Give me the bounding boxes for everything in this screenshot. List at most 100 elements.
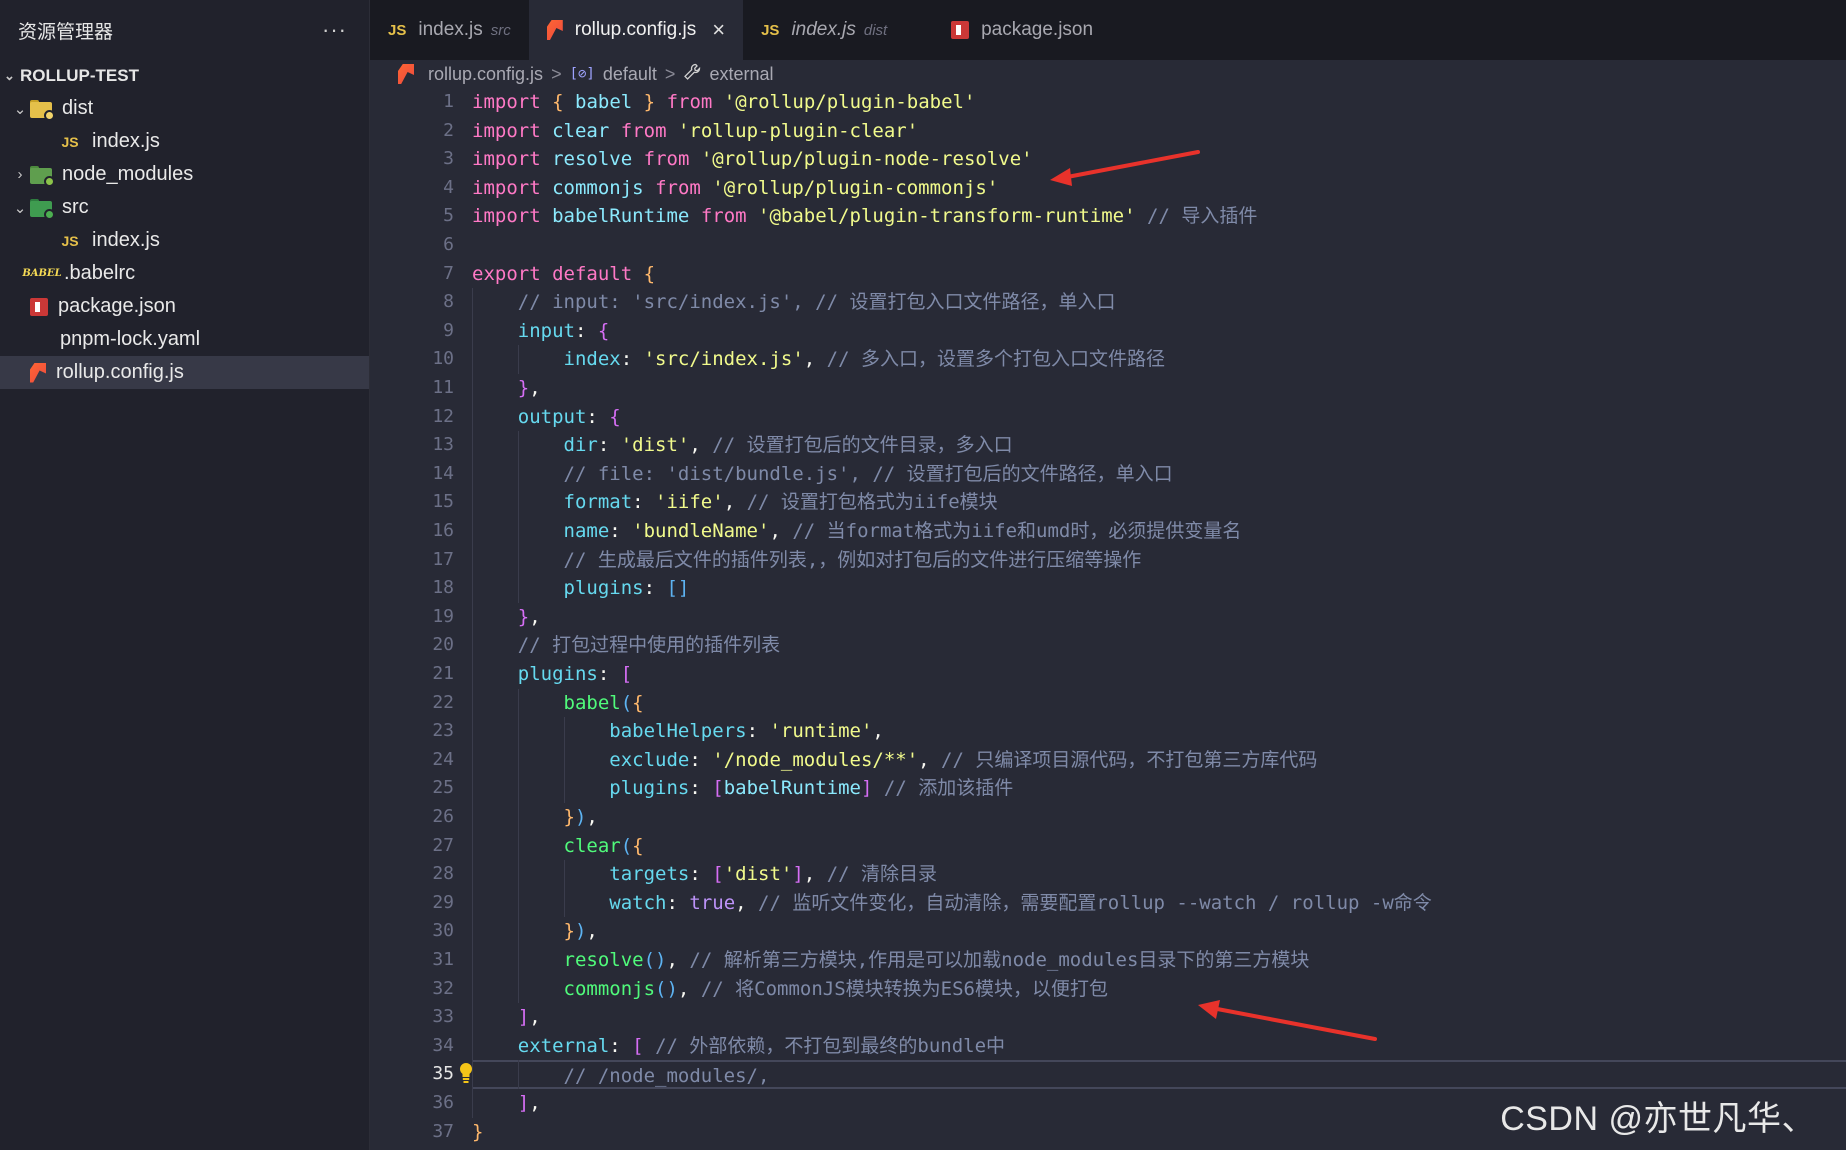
code-line[interactable]: output: {: [472, 403, 1846, 432]
code-line[interactable]: },: [472, 603, 1846, 632]
line-number: 20: [432, 634, 454, 656]
code-content[interactable]: import { babel } from '@rollup/plugin-ba…: [472, 88, 1846, 1150]
code-token: }: [563, 806, 575, 828]
code-token: {: [609, 405, 621, 428]
code-line[interactable]: babel({: [472, 689, 1846, 718]
code-line[interactable]: index: 'src/index.js', // 多入口，设置多个打包入口文件…: [472, 345, 1846, 374]
breadcrumb-symbol-default[interactable]: default: [603, 64, 657, 85]
code-token: // 设置打包格式为iife模块: [746, 491, 998, 514]
code-line[interactable]: }),: [472, 803, 1846, 832]
code-line[interactable]: watch: true, // 监听文件变化，自动清除，需要配置rollup -…: [472, 889, 1846, 918]
code-line[interactable]: plugins: []: [472, 574, 1846, 603]
code-token: import: [472, 119, 541, 142]
code-line[interactable]: plugins: [: [472, 660, 1846, 689]
line-number: 11: [432, 377, 454, 398]
code-line[interactable]: exclude: '/node_modules/**', // 只编译项目源代码…: [472, 746, 1846, 775]
editor-tab[interactable]: package.json: [933, 0, 1111, 60]
code-token: :: [643, 577, 667, 600]
code-line[interactable]: },: [472, 374, 1846, 403]
code-line[interactable]: dir: 'dist', // 设置打包后的文件目录，多入口: [472, 431, 1846, 460]
explorer-sidebar: 资源管理器 ··· ⌄ ROLLUP-TEST ⌄ dist JS index.js ›…: [0, 0, 370, 1150]
rollup-icon: [30, 362, 46, 383]
code-line[interactable]: [472, 231, 1846, 260]
code-token: }: [472, 1120, 484, 1143]
breadcrumb-separator: >: [664, 63, 676, 84]
line-number: 27: [432, 834, 454, 856]
code-token: ,: [586, 920, 598, 943]
code-line[interactable]: babelHelpers: 'runtime',: [472, 717, 1846, 746]
code-line[interactable]: // 生成最后文件的插件列表,，例如对打包后的文件进行压缩等操作: [472, 546, 1846, 575]
project-root[interactable]: ⌄ ROLLUP-TEST: [0, 60, 369, 92]
code-line[interactable]: targets: ['dist'], // 清除目录: [472, 860, 1846, 889]
tree-item[interactable]: › node_modules: [0, 158, 369, 191]
editor-tab[interactable]: rollup.config.js ×: [528, 0, 744, 60]
tree-item[interactable]: pnpm-lock.yaml: [0, 323, 369, 356]
code-line[interactable]: }),: [472, 917, 1846, 946]
indent-guide: [563, 717, 565, 803]
code-line[interactable]: // /node_modules/,: [472, 1060, 1846, 1089]
line-number: 28: [432, 863, 454, 885]
tree-item[interactable]: JS index.js: [0, 125, 369, 158]
code-line[interactable]: // 打包过程中使用的插件列表: [472, 631, 1846, 660]
chevron-down-icon: ⌄: [13, 100, 27, 118]
indent-guide: [472, 288, 473, 1118]
code-token: index: [563, 348, 621, 371]
tree-item[interactable]: package.json: [0, 290, 369, 323]
code-editor[interactable]: 1 2 3 4 5 6 7 8 9 10 11 12 13 14 15 16 17 18 19 20 21 22 23 24 2…: [370, 88, 1846, 1150]
code-line[interactable]: plugins: [babelRuntime] // 添加该插件: [472, 774, 1846, 803]
code-token: import: [472, 176, 541, 199]
code-token: ,: [529, 1006, 541, 1029]
lightbulb-icon[interactable]: [456, 1062, 476, 1086]
code-token: export: [472, 262, 541, 285]
indent-guide: [517, 688, 519, 1004]
code-token: ,: [529, 377, 541, 399]
code-line[interactable]: input: {: [472, 317, 1846, 346]
tree-item-label: src: [62, 196, 89, 218]
code-token: ,: [769, 520, 793, 542]
code-line[interactable]: ],: [472, 1003, 1846, 1032]
code-token: 'bundleName': [632, 520, 770, 542]
indent-guide: [517, 1060, 519, 1089]
tree-item[interactable]: ⌄ dist: [0, 92, 369, 125]
line-number: 8: [443, 291, 454, 313]
editor-tab[interactable]: JS index.js src: [370, 0, 529, 60]
chevron-down-icon: ⌄: [13, 199, 27, 217]
code-token: resolve: [563, 949, 644, 971]
code-line[interactable]: // input: 'src/index.js', // 设置打包入口文件路径，…: [472, 288, 1846, 317]
code-line[interactable]: commonjs(), // 将CommonJS模块转换为ES6模块，以便打包: [472, 975, 1846, 1004]
close-icon[interactable]: ×: [712, 17, 725, 43]
code-line[interactable]: external: [ // 外部依赖，不打包到最终的bundle中: [472, 1032, 1846, 1061]
code-line[interactable]: format: 'iife', // 设置打包格式为iife模块: [472, 488, 1846, 517]
code-token: :: [609, 1034, 633, 1057]
tree-item[interactable]: JS index.js: [0, 224, 369, 257]
code-token: // 清除目录: [826, 863, 938, 886]
line-number: 29: [432, 891, 454, 913]
tree-item[interactable]: rollup.config.js: [0, 356, 369, 389]
more-actions-icon[interactable]: ···: [322, 17, 347, 43]
code-line[interactable]: export default {: [472, 260, 1846, 289]
code-line[interactable]: import babelRuntime from '@babel/plugin-…: [472, 202, 1846, 231]
tree-item[interactable]: ⌄ src: [0, 191, 369, 224]
breadcrumb-symbol-external[interactable]: external: [709, 64, 773, 85]
code-token: babel: [575, 91, 633, 113]
tab-path-hint: dist: [863, 21, 888, 39]
code-line[interactable]: resolve(), // 解析第三方模块,作用是可以加载node_module…: [472, 946, 1846, 975]
tree-item[interactable]: BABEL .babelrc: [0, 257, 369, 290]
breadcrumb-file[interactable]: rollup.config.js: [428, 64, 543, 85]
code-line[interactable]: clear({: [472, 832, 1846, 861]
folder-icon: [30, 99, 55, 121]
code-token: 'src/index.js': [643, 348, 804, 371]
code-line[interactable]: name: 'bundleName', // 当format格式为iife和um…: [472, 517, 1846, 546]
code-token: resolve: [552, 148, 633, 171]
line-number: 3: [443, 148, 454, 170]
code-line[interactable]: // file: 'dist/bundle.js', // 设置打包后的文件路径…: [472, 460, 1846, 489]
code-line[interactable]: import { babel } from '@rollup/plugin-ba…: [472, 88, 1846, 117]
editor-tab[interactable]: JS index.js dist: [743, 0, 933, 60]
project-name: ROLLUP-TEST: [20, 66, 139, 85]
